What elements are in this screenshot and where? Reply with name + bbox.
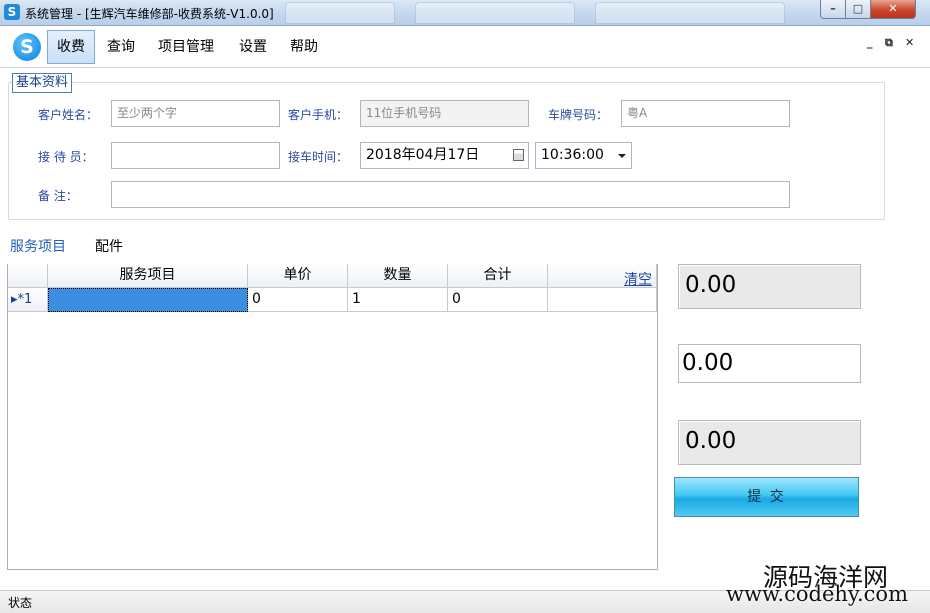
- cell-unit-price[interactable]: 0: [248, 288, 348, 312]
- pickup-time-label: 接车时间：: [288, 150, 349, 164]
- column-header-subtotal[interactable]: 合计: [448, 264, 548, 288]
- basic-info-legend: 基本资料: [12, 73, 73, 93]
- cell-service-item[interactable]: [48, 288, 248, 312]
- cell-subtotal[interactable]: 0: [448, 288, 548, 312]
- row-indicator[interactable]: ▸*1: [8, 288, 48, 312]
- menu-charge[interactable]: 收费: [47, 30, 95, 64]
- tab-parts[interactable]: 配件: [95, 236, 123, 256]
- calendar-icon[interactable]: [513, 149, 524, 161]
- remarks-input[interactable]: [111, 181, 790, 208]
- receptionist-label: 接 待 员：: [38, 150, 94, 164]
- customer-name-label: 客户姓名：: [38, 108, 99, 122]
- minimize-button[interactable]: –: [820, 0, 846, 19]
- mdi-minimize-button[interactable]: _: [867, 36, 873, 49]
- customer-phone-label: 客户手机：: [288, 108, 349, 122]
- pickup-time-value: 10:36:00: [541, 147, 604, 163]
- skype-logo-icon: S: [13, 33, 41, 61]
- paid-amount-input[interactable]: 0.00: [678, 344, 861, 383]
- total-amount-field: 0.00: [678, 264, 861, 309]
- mdi-restore-button[interactable]: ⧉: [885, 36, 893, 50]
- background-tab: [285, 2, 395, 24]
- submit-button[interactable]: 提 交: [674, 477, 859, 517]
- cell-action[interactable]: [548, 288, 657, 312]
- pickup-date-value: 2018年04月17日: [366, 147, 480, 163]
- menu-settings[interactable]: 设置: [230, 30, 276, 64]
- plate-number-input[interactable]: 粤A: [621, 100, 790, 127]
- change-amount-field: 0.00: [678, 420, 861, 465]
- grid-corner-header: [8, 264, 48, 288]
- plate-number-label: 车牌号码：: [548, 108, 609, 122]
- background-tab: [595, 2, 785, 24]
- pickup-date-picker[interactable]: 2018年04月17日: [360, 142, 529, 169]
- column-header-unit-price[interactable]: 单价: [248, 264, 348, 288]
- chevron-down-icon[interactable]: [618, 154, 626, 158]
- menu-query[interactable]: 查询: [98, 30, 144, 64]
- watermark-url: www.codehy.com: [726, 582, 908, 606]
- column-header-quantity[interactable]: 数量: [348, 264, 448, 288]
- customer-name-input[interactable]: 至少两个字: [111, 100, 280, 127]
- maximize-button[interactable]: □: [845, 0, 871, 19]
- menu-project-management[interactable]: 项目管理: [149, 30, 223, 64]
- status-text: 状态: [8, 596, 33, 610]
- background-tab: [415, 2, 575, 24]
- mdi-close-button[interactable]: ✕: [905, 36, 914, 49]
- clear-link[interactable]: 清空: [624, 269, 652, 289]
- app-icon: S: [4, 4, 20, 20]
- customer-phone-input[interactable]: 11位手机号码: [360, 100, 529, 127]
- receptionist-input[interactable]: [111, 142, 280, 169]
- menu-help[interactable]: 帮助: [281, 30, 327, 64]
- tab-service-items[interactable]: 服务项目: [10, 236, 66, 256]
- cell-quantity[interactable]: 1: [348, 288, 448, 312]
- column-header-service[interactable]: 服务项目: [48, 264, 248, 288]
- pickup-time-picker[interactable]: 10:36:00: [535, 142, 632, 169]
- window-title: 系统管理 - [生辉汽车维修部-收费系统-V1.0.0]: [25, 7, 274, 21]
- remarks-label: 备 注：: [38, 189, 78, 203]
- close-button[interactable]: ✕: [870, 0, 916, 19]
